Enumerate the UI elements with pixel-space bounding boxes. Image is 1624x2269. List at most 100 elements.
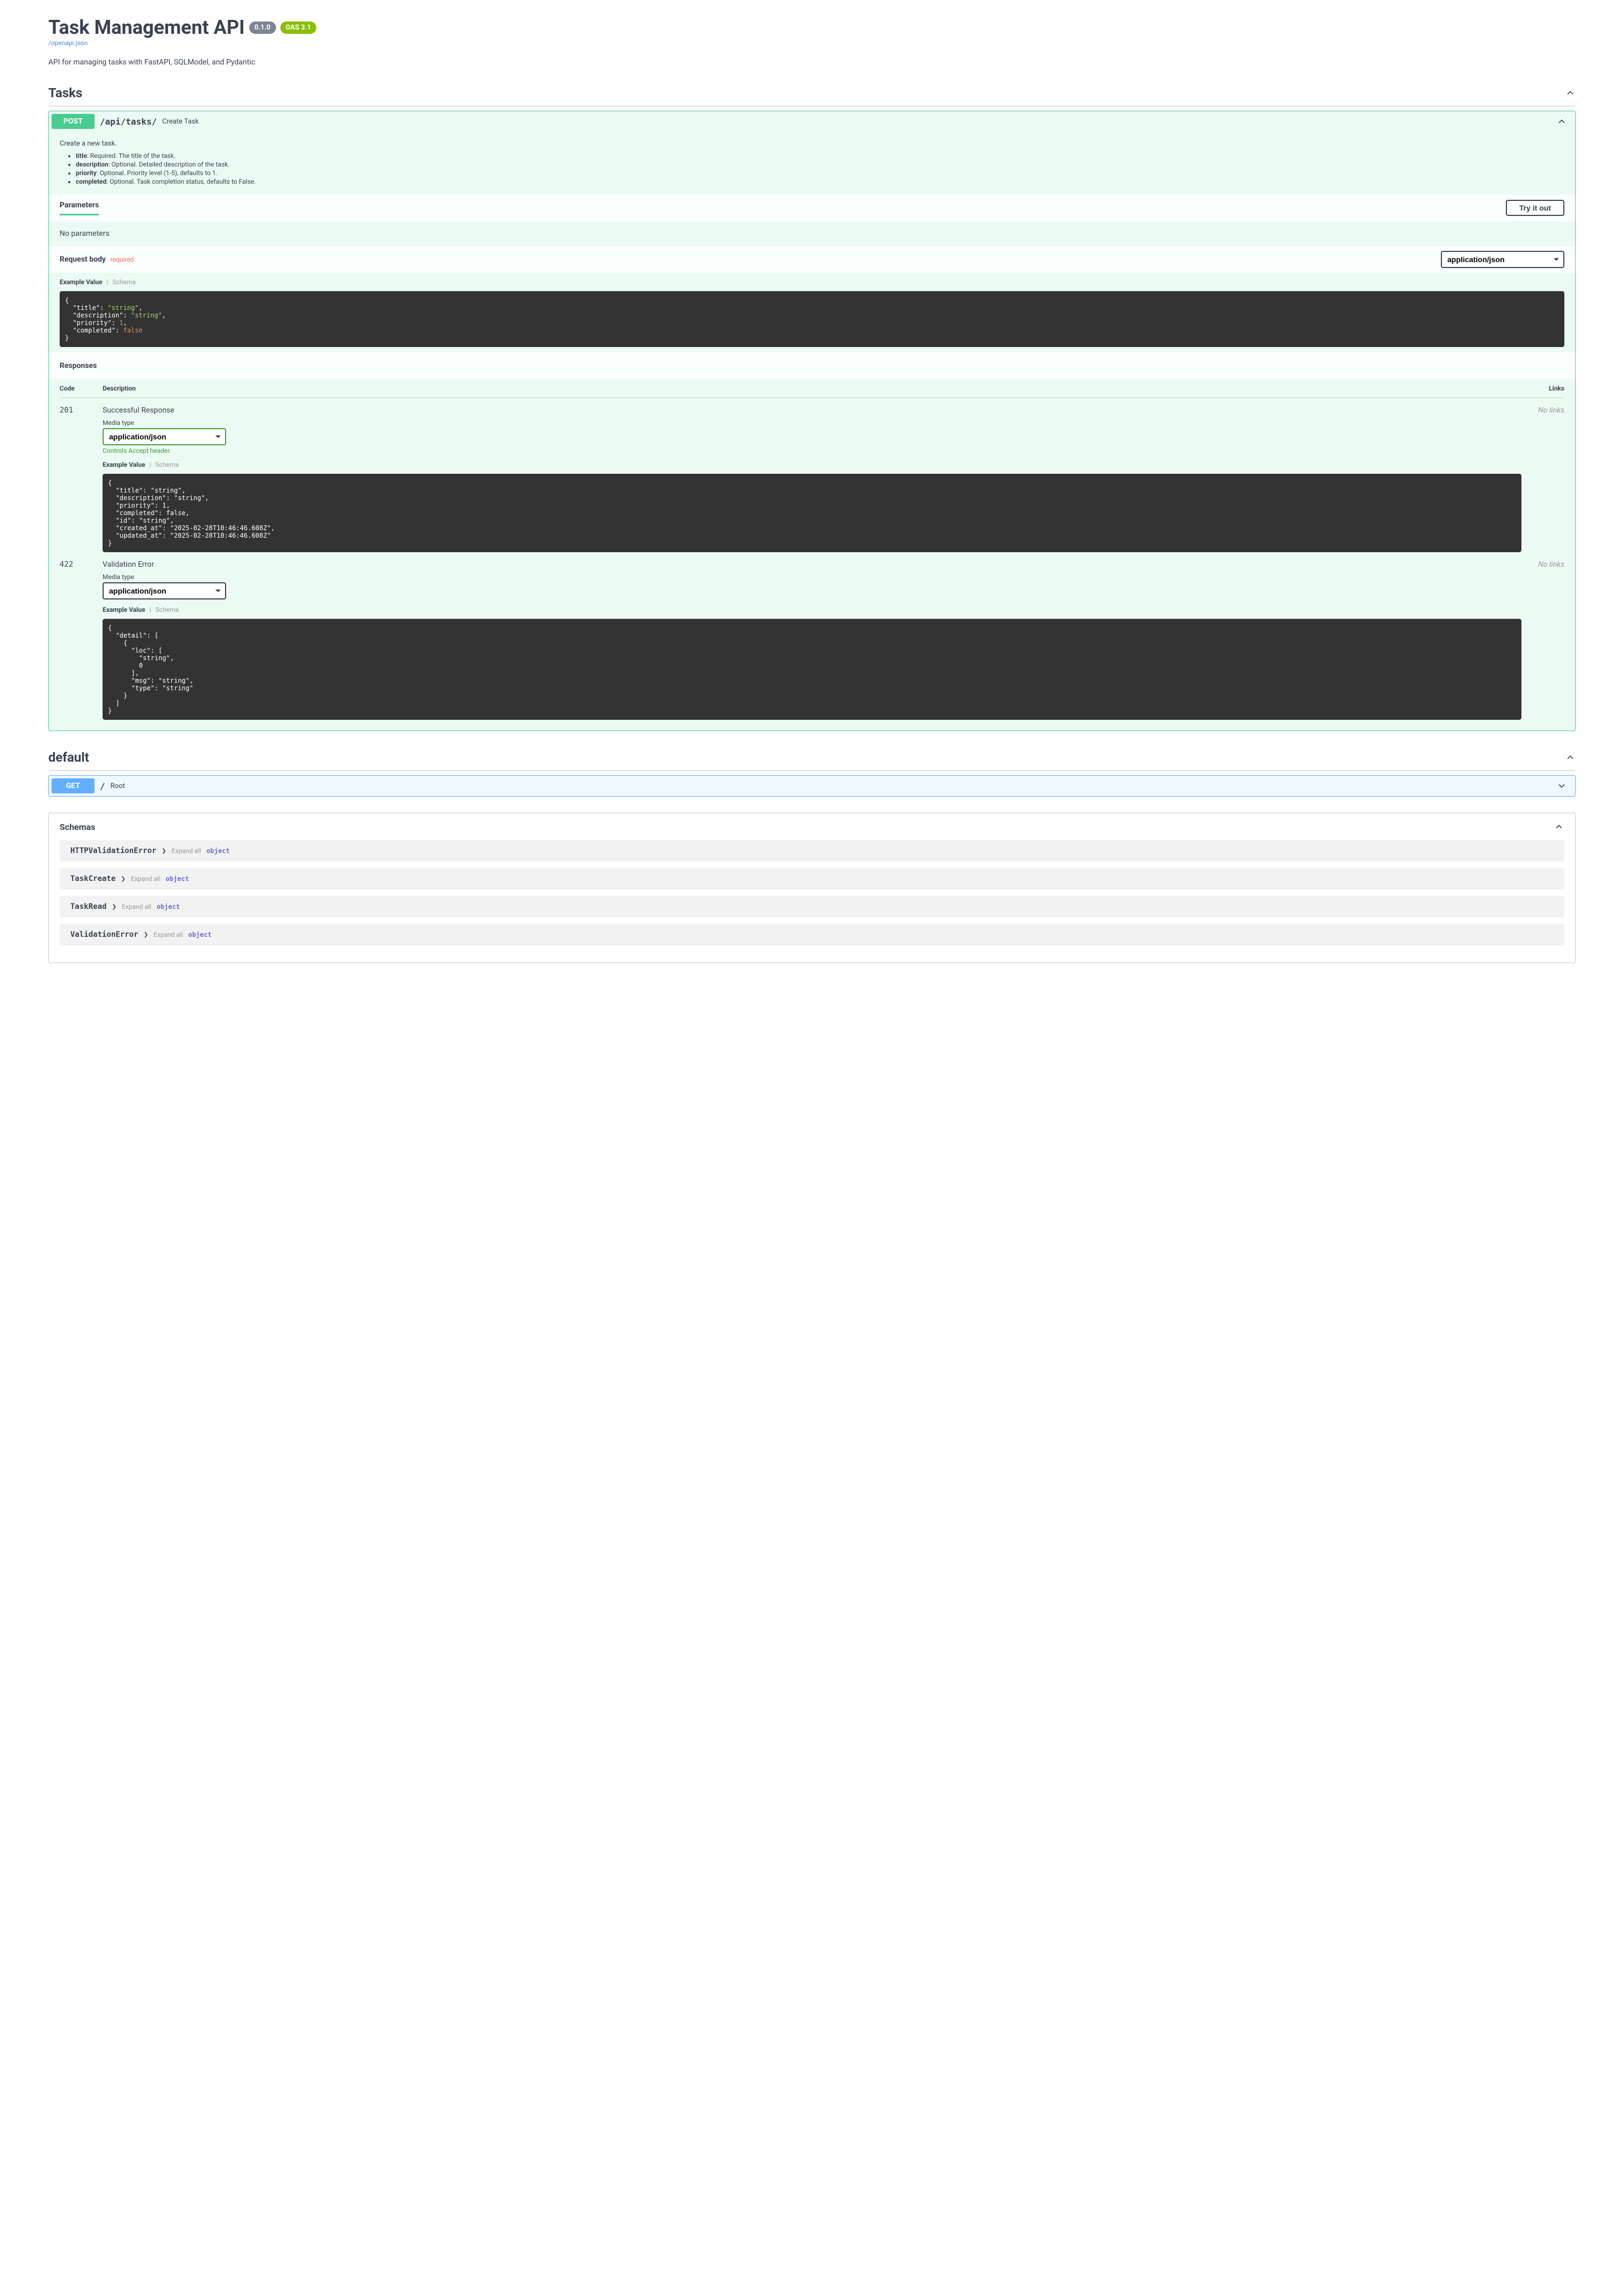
no-parameters-text: No parameters (49, 221, 1575, 246)
expand-all-link[interactable]: Expand all (122, 903, 151, 911)
expand-all-link[interactable]: Expand all (172, 847, 201, 855)
chevron-up-icon (1556, 116, 1567, 127)
response-content: Successful Response Media type applicati… (103, 406, 1521, 552)
chevron-right-icon: ❯ (112, 904, 116, 910)
schema-name: TaskRead (70, 902, 106, 911)
schema-type: object (157, 903, 180, 911)
media-type-select[interactable]: application/json (103, 582, 226, 599)
tab-schema[interactable]: Schema (112, 278, 135, 286)
tab-separator: | (149, 606, 151, 613)
opblock-post-create-task: POST /api/tasks/ Create Task Create a ne… (48, 111, 1576, 731)
openapi-link[interactable]: /openapi.json (48, 39, 88, 47)
schema-type: object (206, 847, 229, 855)
schema-item-httpvalidationerror[interactable]: HTTPValidationError ❯ Expand all object (60, 840, 1564, 862)
schema-list: HTTPValidationError ❯ Expand all object … (49, 840, 1575, 963)
opblock-body: Create a new task. title: Required. The … (49, 132, 1575, 731)
try-it-out-button[interactable]: Try it out (1506, 200, 1564, 216)
response-content: Validation Error Media type application/… (103, 560, 1521, 720)
response-code: 201 (60, 406, 103, 552)
schema-item-taskcreate[interactable]: TaskCreate ❯ Expand all object (60, 868, 1564, 890)
schema-item-taskread[interactable]: TaskRead ❯ Expand all object (60, 896, 1564, 917)
request-body-label: Request body (60, 255, 106, 264)
schema-name: TaskCreate (70, 875, 115, 883)
request-body-label-group: Request body required (60, 255, 134, 264)
parameters-tab[interactable]: Parameters (60, 201, 99, 215)
schema-type: object (189, 931, 212, 938)
chevron-right-icon: ❯ (143, 932, 148, 938)
media-type-select-wrap: application/json (103, 582, 226, 599)
required-label: required (110, 256, 134, 263)
api-title: Task Management API (48, 16, 245, 39)
parameters-header: Parameters Try it out (49, 194, 1575, 221)
field-item: description: Optional. Detailed descript… (76, 161, 1564, 168)
media-type-label: Media type (103, 573, 1521, 581)
endpoint-path: / (100, 781, 105, 791)
example-tabs: Example Value | Schema (49, 278, 1575, 286)
tab-example-value[interactable]: Example Value (103, 461, 145, 468)
example-tabs-422: Example Value | Schema (103, 606, 1521, 613)
tab-separator: | (106, 278, 108, 286)
expand-all-link[interactable]: Expand all (131, 875, 161, 883)
expand-all-link[interactable]: Expand all (154, 931, 183, 938)
col-code: Code (60, 385, 103, 392)
responses-table: Code Description Links 201 Successful Re… (49, 379, 1575, 731)
section-title-tasks: Tasks (48, 85, 82, 100)
method-badge-post: POST (52, 114, 95, 129)
section-default: default GET / Root (48, 745, 1576, 797)
method-badge-get: GET (52, 778, 95, 793)
endpoint-path: /api/tasks/ (100, 117, 157, 127)
tab-schema[interactable]: Schema (155, 461, 178, 468)
tab-schema[interactable]: Schema (155, 606, 178, 613)
endpoint-summary: Root (111, 782, 125, 790)
responses-header: Responses (49, 352, 1575, 379)
schemas-header[interactable]: Schemas (49, 813, 1575, 840)
col-links: Links (1521, 385, 1564, 392)
media-type-select-wrap: application/json (103, 428, 226, 445)
content-type-select[interactable]: application/json (1441, 251, 1564, 268)
field-item: completed: Optional. Task completion sta… (76, 178, 1564, 185)
tab-example-value[interactable]: Example Value (60, 278, 102, 286)
response-title: Successful Response (103, 406, 1521, 415)
content-type-select-wrap: application/json (1441, 251, 1564, 268)
chevron-up-icon (1565, 88, 1576, 98)
response-row-422: 422 Validation Error Media type applicat… (60, 552, 1564, 720)
api-description: API for managing tasks with FastAPI, SQL… (48, 58, 1576, 67)
opblock-summary[interactable]: POST /api/tasks/ Create Task (49, 111, 1575, 132)
field-item: priority: Optional. Priority level (1-5)… (76, 169, 1564, 177)
tab-example-value[interactable]: Example Value (103, 606, 145, 613)
tab-separator: | (149, 461, 151, 468)
chevron-right-icon: ❯ (162, 848, 166, 854)
response-row-201: 201 Successful Response Media type appli… (60, 398, 1564, 552)
desc-intro: Create a new task. (60, 140, 1564, 148)
response-example-code-422: { "detail": [ { "loc": [ "string", 0 ], … (103, 619, 1521, 720)
response-title: Validation Error (103, 560, 1521, 569)
schema-item-validationerror[interactable]: ValidationError ❯ Expand all object (60, 924, 1564, 945)
chevron-right-icon: ❯ (121, 876, 125, 882)
request-body-header: Request body required application/json (49, 246, 1575, 273)
request-body-example-code: { "title": "string", "description": "str… (60, 291, 1564, 347)
opblock-get-root: GET / Root (48, 775, 1576, 797)
section-title-default: default (48, 750, 89, 765)
response-code: 422 (60, 560, 103, 720)
oas-badge: OAS 3.1 (280, 21, 317, 34)
schema-type: object (165, 875, 189, 883)
field-list: title: Required. The title of the task. … (76, 152, 1564, 185)
field-item: title: Required. The title of the task. (76, 152, 1564, 160)
endpoint-summary: Create Task (162, 118, 199, 126)
chevron-up-icon (1554, 821, 1564, 832)
opblock-summary[interactable]: GET / Root (49, 776, 1575, 796)
title-row: Task Management API 0.1.0 OAS 3.1 (48, 16, 1576, 39)
media-type-select[interactable]: application/json (103, 428, 226, 445)
section-header-tasks[interactable]: Tasks (48, 80, 1576, 106)
schemas-title: Schemas (60, 822, 95, 832)
api-header: Task Management API 0.1.0 OAS 3.1 /opena… (48, 16, 1576, 67)
version-badge: 0.1.0 (249, 21, 276, 34)
section-schemas: Schemas HTTPValidationError ❯ Expand all… (48, 813, 1576, 963)
responses-label: Responses (60, 362, 97, 370)
accept-header-note: Controls Accept header. (103, 447, 1521, 454)
schema-name: HTTPValidationError (70, 847, 156, 855)
section-header-default[interactable]: default (48, 745, 1576, 771)
chevron-up-icon (1565, 752, 1576, 763)
opblock-description: Create a new task. title: Required. The … (49, 132, 1575, 194)
no-links: No links (1521, 406, 1564, 552)
